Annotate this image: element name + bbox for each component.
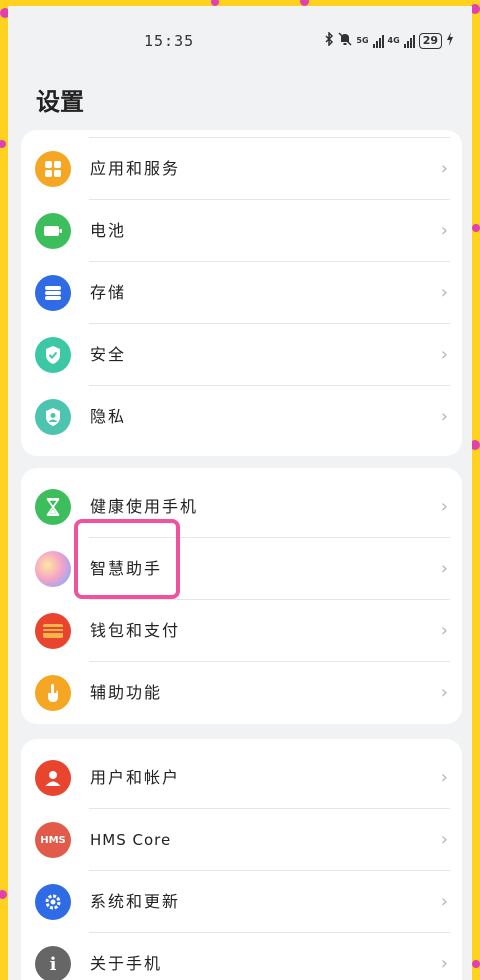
wallet-icon [35, 613, 71, 649]
network-type-2: 4G [387, 36, 400, 45]
settings-item-label: 钱包和支付 [90, 621, 181, 640]
settings-item-label: 存储 [90, 283, 127, 302]
settings-item-privacy[interactable]: 隐私 › [21, 386, 462, 448]
settings-item-accounts[interactable]: 用户和帐户 › [21, 747, 462, 809]
settings-item-label: 隐私 [90, 407, 127, 426]
settings-item-wallet[interactable]: 钱包和支付 › [21, 600, 462, 662]
bluetooth-icon [324, 31, 334, 50]
mute-bell-icon [338, 32, 352, 50]
chevron-right-icon: › [440, 220, 448, 241]
signal-icon [372, 34, 384, 48]
status-bar: 15:35 5G 4G 29 [8, 6, 472, 76]
settings-item-system-update[interactable]: 系统和更新 › [21, 871, 462, 933]
settings-item-label: 应用和服务 [90, 159, 181, 178]
chevron-right-icon: › [440, 953, 448, 974]
settings-item-hms-core[interactable]: HMS HMS Core › [21, 809, 462, 871]
phone-screen: 15:35 5G 4G 29 设置 应用和服务 › 电池 › 存储 › 安全 ›… [8, 6, 472, 980]
chevron-right-icon: › [440, 620, 448, 641]
storage-icon [35, 275, 71, 311]
settings-group: 用户和帐户 › HMS HMS Core › 系统和更新 › i 关于手机 › [21, 739, 462, 980]
info-badge-text: i [49, 953, 57, 975]
page-title: 设置 [36, 88, 84, 116]
status-icons: 5G 4G 29 [324, 31, 454, 50]
battery-icon [35, 213, 71, 249]
chevron-right-icon: › [440, 558, 448, 579]
decor-dot [0, 890, 7, 899]
settings-item-label: 辅助功能 [90, 683, 163, 702]
decor-dot [0, 140, 6, 148]
chevron-right-icon: › [440, 496, 448, 517]
settings-item-apps-services[interactable]: 应用和服务 › [21, 138, 462, 200]
charging-icon [446, 32, 454, 50]
settings-item-label: 系统和更新 [90, 892, 181, 911]
hourglass-icon [35, 489, 71, 525]
shield-check-icon [35, 337, 71, 373]
battery-level: 29 [418, 33, 442, 49]
decor-dot [472, 960, 480, 968]
chevron-right-icon: › [440, 406, 448, 427]
chevron-right-icon: › [440, 282, 448, 303]
settings-item-accessibility[interactable]: 辅助功能 › [21, 662, 462, 724]
hms-icon: HMS [35, 822, 71, 858]
settings-item-label: HMS Core [90, 831, 172, 849]
chevron-right-icon: › [440, 158, 448, 179]
decor-dot [472, 224, 480, 232]
chevron-right-icon: › [440, 829, 448, 850]
highlight-box [74, 519, 180, 599]
chevron-right-icon: › [440, 344, 448, 365]
hand-icon [35, 675, 71, 711]
signal-icon [403, 34, 415, 48]
chevron-right-icon: › [440, 891, 448, 912]
settings-item-security[interactable]: 安全 › [21, 324, 462, 386]
grid-icon [35, 151, 71, 187]
gear-icon [35, 884, 71, 920]
user-icon [35, 760, 71, 796]
settings-group: 应用和服务 › 电池 › 存储 › 安全 › 隐私 › [21, 130, 462, 456]
settings-item-label: 电池 [90, 221, 127, 240]
settings-item-about-phone[interactable]: i 关于手机 › [21, 933, 462, 980]
hms-badge-text: HMS [40, 834, 66, 846]
network-type-1: 5G [356, 36, 369, 45]
info-icon: i [35, 946, 71, 980]
chevron-right-icon: › [440, 767, 448, 788]
settings-item-storage[interactable]: 存储 › [21, 262, 462, 324]
assistant-orb-icon [35, 551, 71, 587]
status-time: 15:35 [144, 32, 195, 50]
settings-item-label: 关于手机 [90, 954, 163, 973]
settings-item-battery[interactable]: 电池 › [21, 200, 462, 262]
settings-item-label: 用户和帐户 [90, 768, 181, 787]
privacy-icon [35, 399, 71, 435]
settings-item-label: 安全 [90, 345, 127, 364]
chevron-right-icon: › [440, 682, 448, 703]
